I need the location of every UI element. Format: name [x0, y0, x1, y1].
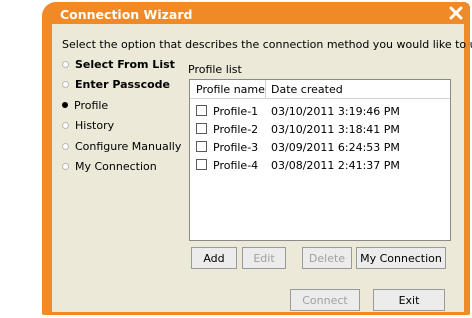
row-checkbox[interactable] — [196, 159, 207, 170]
row-checkbox[interactable] — [196, 105, 207, 116]
radio-enter-passcode[interactable]: Enter Passcode — [62, 76, 170, 92]
profile-list[interactable]: Profile name Date created Profile-1 03/1… — [189, 79, 451, 241]
window-title: Connection Wizard — [60, 7, 193, 22]
radio-circle — [62, 80, 69, 88]
delete-button[interactable]: Delete — [302, 247, 352, 269]
profile-name: Profile-4 — [213, 159, 259, 172]
radio-my-connection[interactable]: My Connection — [62, 158, 157, 174]
column-header-date-created[interactable]: Date created — [271, 83, 343, 96]
profile-date: 03/08/2011 2:41:37 PM — [271, 159, 400, 172]
exit-button[interactable]: Exit — [373, 289, 445, 311]
radio-circle — [62, 60, 69, 68]
row-checkbox[interactable] — [196, 141, 207, 152]
edit-button[interactable]: Edit — [242, 247, 286, 269]
radio-label: Enter Passcode — [75, 77, 171, 91]
column-header-profile-name[interactable]: Profile name — [196, 83, 265, 96]
profile-list-label: Profile list — [188, 63, 242, 76]
profile-name: Profile-1 — [213, 105, 259, 118]
title-bar: Connection Wizard — [42, 2, 470, 24]
profile-date: 03/09/2011 6:24:53 PM — [271, 141, 400, 154]
list-item[interactable]: Profile-1 03/10/2011 3:19:46 PM — [190, 102, 450, 120]
dialog-body: Select the option that describes the con… — [52, 24, 472, 312]
instruction-text: Select the option that describes the con… — [62, 38, 472, 51]
list-header: Profile name Date created — [190, 80, 450, 99]
radio-configure-manually[interactable]: Configure Manually — [62, 138, 181, 154]
profile-date: 03/10/2011 3:18:41 PM — [271, 123, 400, 136]
list-item[interactable]: Profile-2 03/10/2011 3:18:41 PM — [190, 120, 450, 138]
radio-label: My Connection — [75, 159, 157, 173]
connection-wizard-window: Connection Wizard Select the option that… — [42, 2, 472, 315]
radio-label: History — [75, 118, 115, 132]
profile-name: Profile-3 — [213, 141, 259, 154]
add-button[interactable]: Add — [191, 247, 237, 269]
list-item[interactable]: Profile-3 03/09/2011 6:24:53 PM — [190, 138, 450, 156]
my-connection-button[interactable]: My Connection — [356, 247, 446, 269]
radio-profile[interactable]: Profile — [62, 97, 108, 113]
radio-select-from-list[interactable]: Select From List — [62, 56, 175, 72]
profile-date: 03/10/2011 3:19:46 PM — [271, 105, 400, 118]
profile-name: Profile-2 — [213, 123, 259, 136]
column-divider — [265, 80, 266, 98]
list-item[interactable]: Profile-4 03/08/2011 2:41:37 PM — [190, 156, 450, 174]
close-icon[interactable] — [448, 5, 464, 21]
connect-button[interactable]: Connect — [290, 289, 360, 311]
radio-history[interactable]: History — [62, 117, 114, 133]
radio-label: Profile — [74, 98, 109, 112]
radio-circle — [62, 162, 69, 170]
radio-label: Select From List — [75, 57, 175, 71]
row-checkbox[interactable] — [196, 123, 207, 134]
radio-circle-selected — [62, 102, 68, 108]
radio-label: Configure Manually — [75, 139, 182, 153]
radio-circle — [62, 121, 69, 129]
radio-circle — [62, 142, 69, 150]
